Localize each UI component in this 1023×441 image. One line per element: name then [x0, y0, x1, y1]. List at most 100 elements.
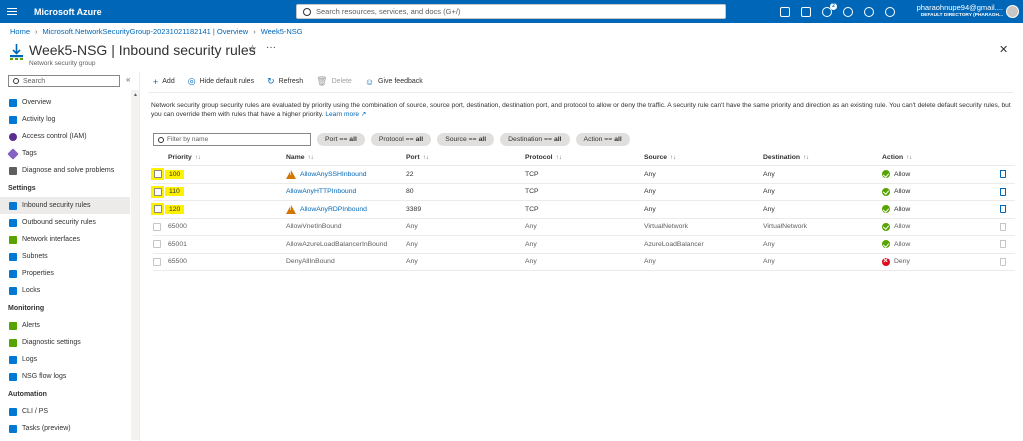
add-button[interactable]: + Add: [153, 77, 175, 87]
filter-pill-port[interactable]: Port == all: [317, 133, 365, 146]
collapse-sidebar-icon[interactable]: «: [126, 75, 130, 84]
scroll-up-icon[interactable]: ▲: [133, 92, 138, 98]
filter-pill-source[interactable]: Source == all: [437, 133, 495, 146]
column-header-source[interactable]: Source ↑↓: [644, 150, 676, 165]
delete-trash-icon[interactable]: [1000, 187, 1006, 196]
filter-pill-destination[interactable]: Destination == all: [500, 133, 570, 146]
column-header-action[interactable]: Action ↑↓: [882, 150, 912, 165]
rule-name-link[interactable]: AllowAnyHTTPInbound: [286, 188, 356, 195]
breadcrumb-home[interactable]: Home: [10, 27, 30, 36]
give-feedback-button[interactable]: ☺ Give feedback: [365, 77, 423, 87]
rule-name-link[interactable]: AllowAnyRDPInbound: [300, 206, 367, 213]
sidebar-search-input[interactable]: Search: [8, 75, 120, 87]
sidebar-item-subnets[interactable]: Subnets: [0, 248, 130, 265]
row-checkbox[interactable]: [153, 187, 162, 196]
breadcrumb-separator-icon: ›: [253, 27, 256, 36]
column-header-name[interactable]: Name ↑↓: [286, 150, 314, 165]
column-header-port[interactable]: Port ↑↓: [406, 150, 429, 165]
sidebar-item-diagnostic-settings[interactable]: Diagnostic settings: [0, 334, 130, 351]
sidebar-item-cli-ps[interactable]: CLI / PS: [0, 403, 130, 420]
breadcrumb-separator-icon: ›: [35, 27, 38, 36]
warning-icon: [286, 169, 296, 179]
more-options-icon[interactable]: ···: [266, 42, 276, 53]
column-label: Source: [644, 154, 668, 161]
sidebar-item-alerts[interactable]: Alerts: [0, 317, 130, 334]
row-checkbox[interactable]: [153, 257, 161, 266]
directory-filter-icon[interactable]: [801, 6, 811, 17]
help-icon[interactable]: [864, 6, 874, 17]
sidebar-item-nsg-flow-logs[interactable]: NSG flow logs: [0, 368, 130, 385]
warning-icon: [286, 204, 296, 214]
table-row[interactable]: 65000 AllowVnetInBound Any Any VirtualNe…: [153, 219, 1015, 236]
table-row[interactable]: 120 AllowAnyRDPInbound 3389 TCP Any Any …: [151, 201, 1015, 219]
global-search-input[interactable]: Search resources, services, and docs (G+…: [296, 4, 726, 19]
hide-default-rules-button[interactable]: ◎ Hide default rules: [188, 76, 254, 87]
breadcrumb-deployment[interactable]: Microsoft.NetworkSecurityGroup-202310211…: [43, 27, 249, 36]
filter-pill-protocol[interactable]: Protocol == all: [370, 133, 432, 146]
close-icon[interactable]: ✕: [999, 43, 1008, 56]
sidebar-item-properties[interactable]: Properties: [0, 265, 130, 282]
column-label: Name: [286, 154, 305, 161]
row-checkbox[interactable]: [153, 205, 162, 214]
avatar[interactable]: [1006, 5, 1019, 18]
column-header-priority[interactable]: Priority ↑↓: [168, 150, 201, 165]
sidebar-item-access-control[interactable]: Access control (IAM): [0, 128, 130, 145]
delete-trash-icon[interactable]: [1000, 170, 1006, 179]
row-checkbox-cell: [151, 201, 164, 218]
column-header-destination[interactable]: Destination ↑↓: [763, 150, 809, 165]
name-cell[interactable]: AllowAnyRDPInbound: [286, 201, 367, 218]
row-checkbox[interactable]: [153, 240, 161, 249]
protocol-cell: TCP: [525, 205, 539, 213]
filter-pill-action[interactable]: Action == all: [575, 133, 630, 146]
column-label: Priority: [168, 154, 192, 161]
settings-gear-icon[interactable]: [843, 6, 853, 17]
destination-cell: Any: [763, 240, 775, 248]
action-cell: Allow: [882, 166, 910, 183]
table-row[interactable]: 100 AllowAnySSHInbound 22 TCP Any Any Al…: [151, 166, 1015, 184]
account-menu[interactable]: pharaohnupe94@gmail.... DEFAULT DIRECTOR…: [913, 3, 1003, 18]
filter-by-name-input[interactable]: Filter by name: [153, 133, 311, 146]
hamburger-menu-icon[interactable]: [0, 8, 24, 15]
sidebar-item-network-interfaces[interactable]: Network interfaces: [0, 231, 130, 248]
notifications-icon[interactable]: 2: [822, 2, 837, 17]
sidebar-item-activity-log[interactable]: Activity log: [0, 111, 130, 128]
sidebar-item-locks[interactable]: Locks: [0, 282, 130, 299]
sidebar-scrollbar[interactable]: ▲: [131, 90, 139, 440]
learn-more-link[interactable]: Learn more ↗: [325, 111, 366, 118]
delete-button[interactable]: 🗑 Delete: [316, 76, 352, 87]
brand-title[interactable]: Microsoft Azure: [34, 7, 284, 17]
table-row[interactable]: 65001 AllowAzureLoadBalancerInBound Any …: [153, 236, 1015, 254]
cloud-shell-icon[interactable]: [780, 6, 790, 17]
sidebar-item-overview[interactable]: Overview: [0, 94, 130, 111]
row-checkbox[interactable]: [153, 222, 161, 231]
rule-name-link[interactable]: AllowAnySSHInbound: [300, 171, 367, 178]
sidebar-item-label: Activity log: [22, 116, 56, 123]
favorite-star-icon[interactable]: ☆: [248, 44, 257, 55]
row-checkbox[interactable]: [153, 170, 162, 179]
refresh-button[interactable]: ↻ Refresh: [267, 76, 303, 87]
delete-rule-cell: [1000, 236, 1006, 253]
feedback-icon[interactable]: [885, 6, 895, 17]
priority-cell: 110: [165, 184, 184, 201]
sidebar-item-tasks[interactable]: Tasks (preview): [0, 420, 130, 437]
protocol-cell: Any: [525, 240, 537, 248]
table-row[interactable]: 65500 DenyAllInBound Any Any Any Any Den…: [153, 254, 1015, 271]
name-cell[interactable]: AllowAnyHTTPInbound: [286, 184, 356, 201]
sidebar-item-inbound-rules[interactable]: Inbound security rules: [0, 197, 130, 214]
sidebar-item-tags[interactable]: Tags: [0, 145, 130, 162]
column-label: Destination: [763, 154, 801, 161]
sidebar-item-outbound-rules[interactable]: Outbound security rules: [0, 214, 130, 231]
name-cell[interactable]: AllowAnySSHInbound: [286, 166, 367, 183]
allow-check-icon: [882, 205, 890, 214]
row-checkbox-cell: [153, 254, 161, 271]
pill-value: all: [415, 136, 424, 143]
column-header-protocol[interactable]: Protocol ↑↓: [525, 150, 562, 165]
delete-rule-cell: [1000, 254, 1006, 271]
delete-trash-icon[interactable]: [1000, 205, 1006, 214]
sidebar-item-diagnose[interactable]: Diagnose and solve problems: [0, 162, 130, 179]
delete-trash-icon: [1000, 240, 1006, 249]
breadcrumb-nsg[interactable]: Week5-NSG: [261, 27, 303, 36]
sidebar-item-logs[interactable]: Logs: [0, 351, 130, 368]
sidebar-item-label: Diagnostic settings: [22, 339, 81, 346]
table-row[interactable]: 110 AllowAnyHTTPInbound 80 TCP Any Any A…: [151, 184, 1015, 201]
